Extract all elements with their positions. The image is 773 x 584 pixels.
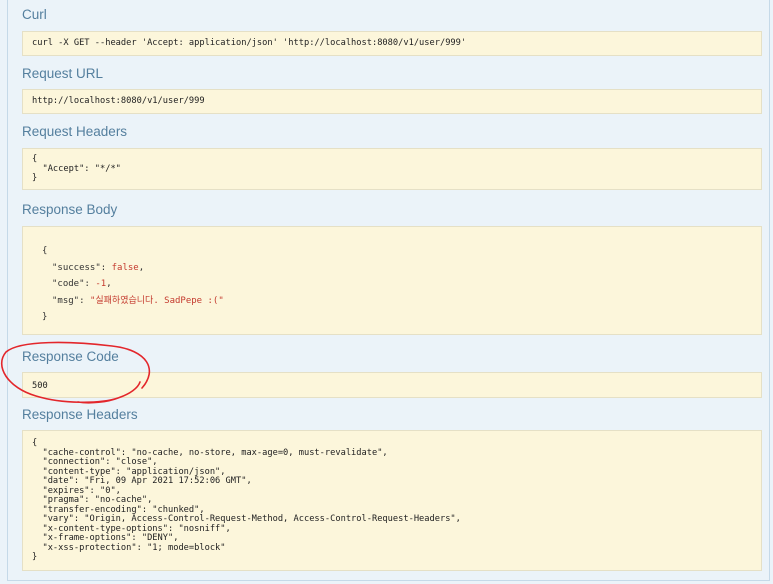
json-open-brace: { xyxy=(42,246,48,256)
request-url-value: http://localhost:8080/v1/user/999 xyxy=(32,96,205,106)
response-headers-value: { "cache-control": "no-cache, no-store, … xyxy=(32,438,461,562)
curl-command: curl -X GET --header 'Accept: applicatio… xyxy=(32,38,467,48)
json-close-brace: } xyxy=(42,312,48,322)
request-url-box[interactable]: http://localhost:8080/v1/user/999 xyxy=(22,89,762,114)
json-field-success: "success": false, xyxy=(52,262,145,273)
request-headers-value: { "Accept": "*/*" } xyxy=(32,154,121,183)
request-url-heading: Request URL xyxy=(22,66,104,81)
request-headers-heading: Request Headers xyxy=(22,124,128,139)
request-headers-box[interactable]: { "Accept": "*/*" } xyxy=(22,148,762,190)
response-code-box[interactable]: 500 xyxy=(22,372,762,398)
response-body-heading: Response Body xyxy=(22,202,118,217)
response-code-value: 500 xyxy=(32,381,48,391)
response-headers-box[interactable]: { "cache-control": "no-cache, no-store, … xyxy=(22,430,762,571)
response-headers-heading: Response Headers xyxy=(22,407,138,422)
curl-heading: Curl xyxy=(22,7,47,22)
json-field-msg: "msg": "실패하였습니다. SadPepe :(" xyxy=(52,295,224,306)
response-code-heading: Response Code xyxy=(22,349,119,364)
response-body-json: { "success": false, "code": -1, "msg": "… xyxy=(42,243,224,326)
response-body-box[interactable]: { "success": false, "code": -1, "msg": "… xyxy=(22,226,762,335)
curl-box[interactable]: curl -X GET --header 'Accept: applicatio… xyxy=(22,31,762,56)
json-field-code: "code": -1, xyxy=(52,279,112,289)
